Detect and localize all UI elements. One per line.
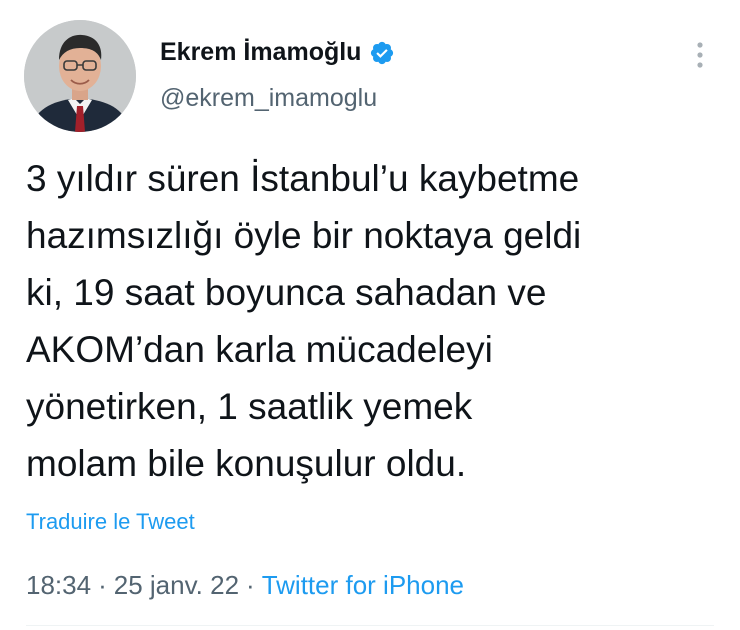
tweet-source-link[interactable]: Twitter for iPhone (262, 570, 464, 600)
display-name[interactable]: Ekrem İmamoğlu (160, 38, 361, 67)
tweet-date[interactable]: 25 janv. 22 (114, 570, 239, 600)
meta-separator: · (246, 570, 255, 600)
tweet-time[interactable]: 18:34 (26, 570, 91, 600)
divider (26, 625, 714, 626)
avatar-image (24, 20, 136, 132)
tweet-text-line: hazımsızlığı öyle bir noktaya geldi (26, 215, 582, 256)
translate-tweet-link[interactable]: Traduire le Tweet (26, 509, 195, 535)
user-handle[interactable]: @ekrem_imamoglu (160, 84, 377, 113)
tweet-metadata: 18:34 · 25 janv. 22 · Twitter for iPhone (26, 570, 464, 601)
tweet-text-line: yönetirken, 1 saatlik yemek (26, 386, 473, 427)
tweet-text-line: 3 yıldır süren İstanbul’u kaybetme (26, 158, 580, 199)
tweet-text-line: AKOM’dan karla mücadeleyi (26, 329, 493, 370)
tweet-text-line: molam bile konuşulur oldu. (26, 443, 467, 484)
avatar[interactable] (24, 20, 136, 132)
verified-badge-icon (369, 40, 395, 66)
tweet-card: Ekrem İmamoğlu @ekrem_imamoglu 3 yıldır … (0, 0, 740, 630)
more-options-icon[interactable] (688, 38, 712, 72)
tweet-text-line: ki, 19 saat boyunca sahadan ve (26, 272, 547, 313)
meta-separator: · (98, 570, 107, 600)
tweet-text: 3 yıldır süren İstanbul’u kaybetme hazım… (26, 150, 726, 492)
author-name-row[interactable]: Ekrem İmamoğlu (160, 38, 395, 67)
